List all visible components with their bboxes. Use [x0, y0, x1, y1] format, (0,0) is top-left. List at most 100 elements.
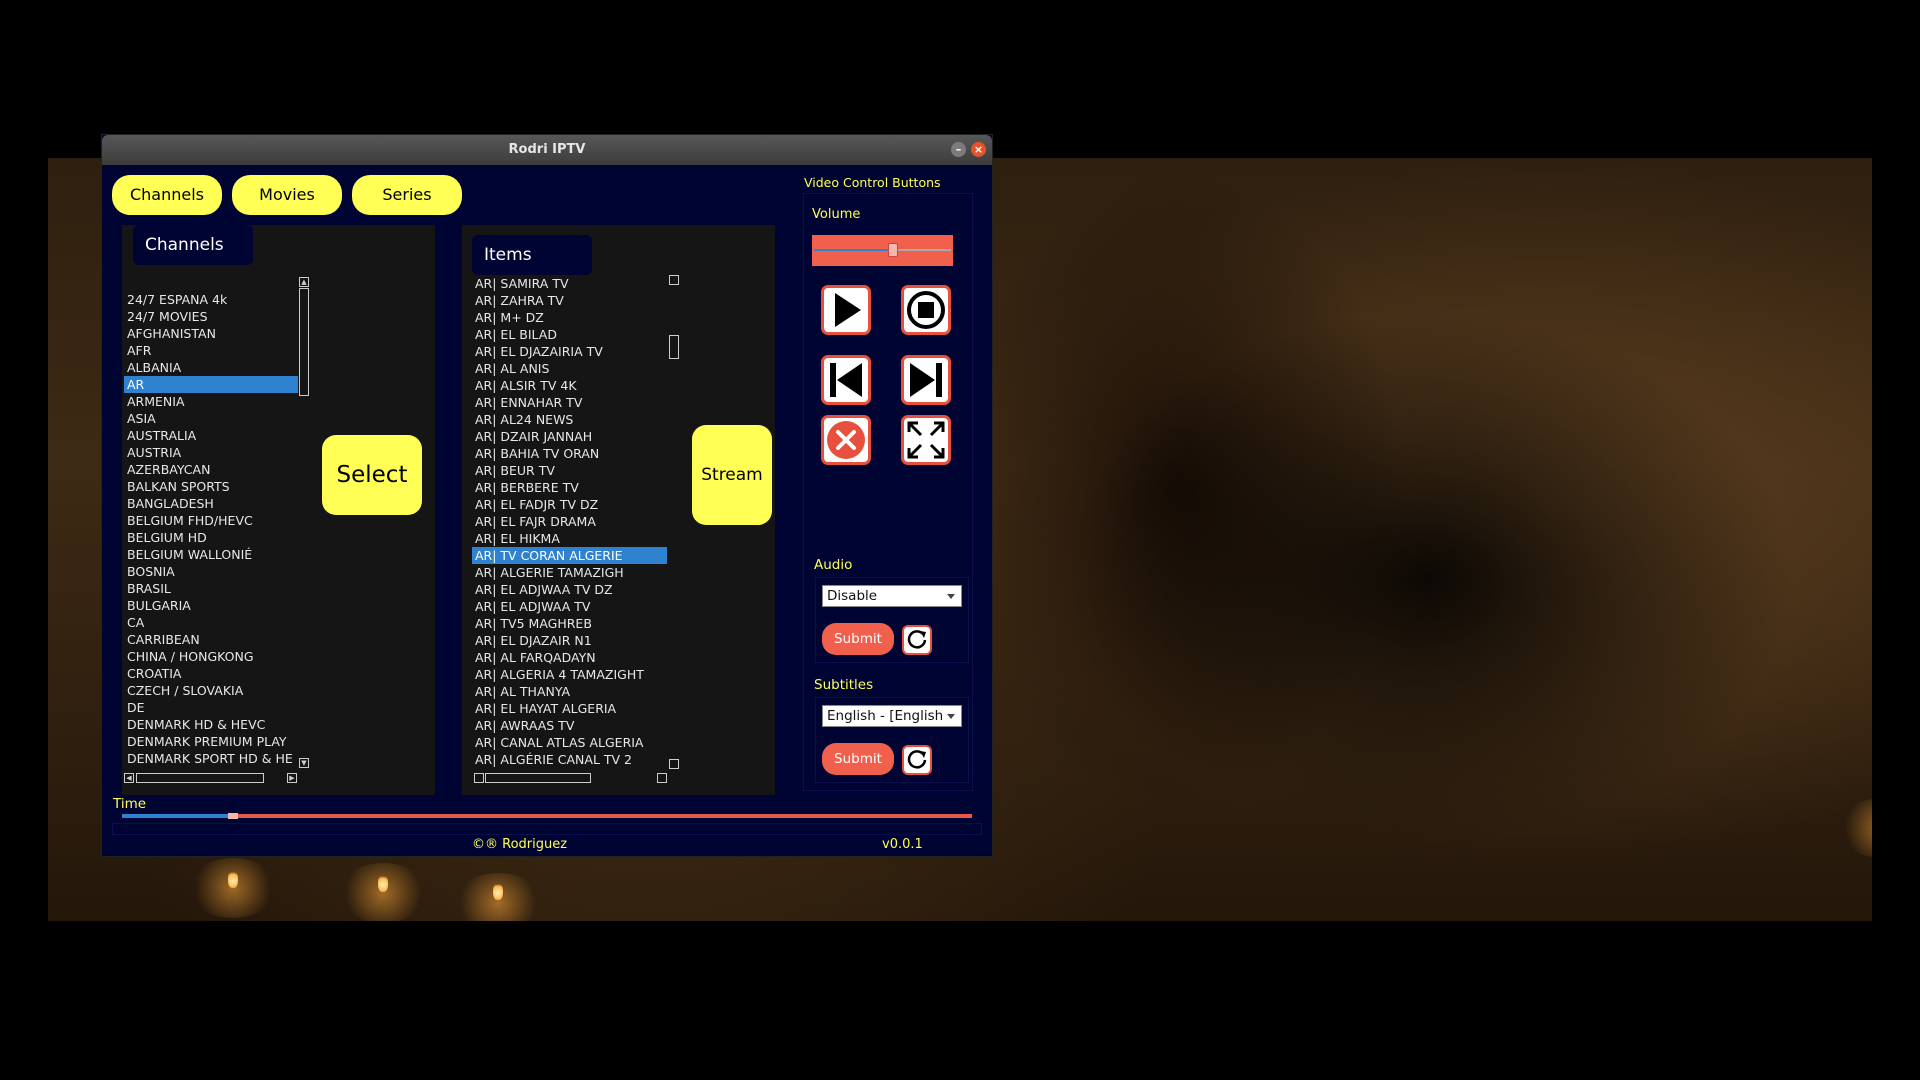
close-button[interactable]: [821, 415, 871, 465]
tab-movies[interactable]: Movies: [232, 175, 342, 215]
list-item[interactable]: DE: [124, 699, 298, 716]
list-item[interactable]: CA: [124, 614, 298, 631]
list-item[interactable]: BELGIUM HD: [124, 529, 298, 546]
subtitles-submit-button[interactable]: Submit: [822, 743, 894, 775]
audio-dropdown[interactable]: Disable: [822, 585, 962, 607]
list-item[interactable]: AFGHANISTAN: [124, 325, 298, 342]
list-item[interactable]: BRASIL: [124, 580, 298, 597]
list-item[interactable]: AR| EL HIKMA: [472, 530, 667, 547]
list-item[interactable]: ARMENIA: [124, 393, 298, 410]
channels-hscroll-thumb[interactable]: [136, 773, 264, 783]
list-item[interactable]: CZECH / SLOVAKIA: [124, 682, 298, 699]
list-item[interactable]: CROATIA: [124, 665, 298, 682]
subtitles-refresh-button[interactable]: [902, 745, 932, 775]
list-item[interactable]: CARRIBEAN: [124, 631, 298, 648]
list-item[interactable]: AUSTRALIA: [124, 427, 298, 444]
items-hscroll-thumb[interactable]: [485, 773, 591, 783]
list-item[interactable]: AR| AWRAAS TV: [472, 717, 667, 734]
list-item[interactable]: AUSTRIA: [124, 444, 298, 461]
list-item[interactable]: DENMARK SPORT HD & HE: [124, 750, 298, 767]
list-item[interactable]: BALKAN SPORTS: [124, 478, 298, 495]
list-item[interactable]: AR| ENNAHAR TV: [472, 394, 667, 411]
stream-button[interactable]: Stream: [692, 425, 772, 525]
list-item[interactable]: AR| EL FADJR TV DZ: [472, 496, 667, 513]
next-button[interactable]: [901, 355, 951, 405]
list-item[interactable]: BULGARIA: [124, 597, 298, 614]
subtitles-dropdown[interactable]: English - [English: [822, 705, 962, 727]
list-item[interactable]: BOSNIA: [124, 563, 298, 580]
list-item[interactable]: BELGIUM FHD/HEVC: [124, 512, 298, 529]
volume-slider[interactable]: [812, 235, 953, 266]
scroll-down-icon[interactable]: ▼: [299, 758, 309, 768]
volume-handle[interactable]: [888, 243, 898, 257]
channels-list[interactable]: 24/7 ESPANA 4k 24/7 MOVIES AFGHANISTAN AFR A…: [124, 291, 298, 769]
list-item[interactable]: AR| AL THANYA: [472, 683, 667, 700]
close-window-icon[interactable]: ×: [971, 142, 986, 157]
list-item[interactable]: AZERBAYCAN: [124, 461, 298, 478]
stop-button[interactable]: [901, 285, 951, 335]
items-scroll-up-icon[interactable]: [669, 275, 679, 285]
time-handle[interactable]: [228, 813, 238, 819]
list-item[interactable]: BANGLADESH: [124, 495, 298, 512]
list-item[interactable]: AR| M+ DZ: [472, 309, 667, 326]
list-item[interactable]: AR| ALSIR TV 4K: [472, 377, 667, 394]
list-item[interactable]: AR| EL ADJWAA TV DZ: [472, 581, 667, 598]
items-list[interactable]: AR| SAMIRA TV AR| ZAHRA TV AR| M+ DZ AR| EL…: [472, 275, 667, 769]
select-button[interactable]: Select: [322, 435, 422, 515]
list-item[interactable]: AR| ALGÉRIE CANAL TV 2: [472, 751, 667, 768]
items-scroll-left-icon[interactable]: [474, 773, 484, 783]
list-item[interactable]: AR| DZAIR JANNAH: [472, 428, 667, 445]
list-item[interactable]: AR| ALGERIE TAMAZIGH: [472, 564, 667, 581]
play-button[interactable]: [821, 285, 871, 335]
list-item[interactable]: AR| AL24 NEWS: [472, 411, 667, 428]
list-item[interactable]: AR| EL DJAZAIRIA TV: [472, 343, 667, 360]
list-item[interactable]: AFR: [124, 342, 298, 359]
list-item[interactable]: AR| BAHIA TV ORAN: [472, 445, 667, 462]
list-item[interactable]: AR| TV5 MAGHREB: [472, 615, 667, 632]
list-item[interactable]: ALBANIA: [124, 359, 298, 376]
minimize-icon[interactable]: –: [951, 142, 966, 157]
items-panel: Items AR| SAMIRA TV AR| ZAHRA TV AR| M+ DZ…: [462, 225, 775, 795]
audio-submit-button[interactable]: Submit: [822, 623, 894, 655]
title-bar[interactable]: Rodri IPTV – ×: [102, 135, 992, 165]
channels-vscroll-thumb[interactable]: [299, 288, 309, 396]
list-item[interactable]: AR| BERBERE TV: [472, 479, 667, 496]
list-item[interactable]: DENMARK HD & HEVC: [124, 716, 298, 733]
scroll-right-icon[interactable]: ▶: [287, 773, 297, 783]
tab-channels[interactable]: Channels: [112, 175, 222, 215]
scroll-up-icon[interactable]: ▲: [299, 277, 309, 287]
list-item[interactable]: 24/7 ESPANA 4k: [124, 291, 298, 308]
list-item[interactable]: AR| EL HAYAT ALGERIA: [472, 700, 667, 717]
list-item[interactable]: AR| EL ADJWAA TV: [472, 598, 667, 615]
list-item[interactable]: AR| EL FAJR DRAMA: [472, 513, 667, 530]
list-item[interactable]: 24/7 MOVIES: [124, 308, 298, 325]
list-item[interactable]: AR| ZAHRA TV: [472, 292, 667, 309]
tab-series[interactable]: Series: [352, 175, 462, 215]
scroll-left-icon[interactable]: ◀: [124, 773, 134, 783]
time-slider[interactable]: [122, 813, 972, 819]
list-item[interactable]: AR| TV CORAN ALGERIE: [472, 547, 667, 564]
list-item[interactable]: ASIA: [124, 410, 298, 427]
video-controls-heading: Video Control Buttons: [804, 175, 941, 190]
next-icon: [910, 363, 942, 397]
list-item[interactable]: AR| EL BILAD: [472, 326, 667, 343]
list-item[interactable]: BELGIUM WALLONIÉ: [124, 546, 298, 563]
list-item[interactable]: AR| EL DJAZAIR N1: [472, 632, 667, 649]
list-item[interactable]: CHINA / HONGKONG: [124, 648, 298, 665]
list-item[interactable]: AR| ALGERIA 4 TAMAZIGHT: [472, 666, 667, 683]
list-item[interactable]: AR| CANAL ATLAS ALGERIA: [472, 734, 667, 751]
items-scroll-right-icon[interactable]: [657, 773, 667, 783]
app-window: Rodri IPTV – × Channels Movies Series Ch…: [102, 135, 992, 856]
list-item[interactable]: AR| AL ANIS: [472, 360, 667, 377]
previous-button[interactable]: [821, 355, 871, 405]
list-item[interactable]: AR| SAMIRA TV: [472, 275, 667, 292]
list-item[interactable]: AR| AL FARQADAYN: [472, 649, 667, 666]
list-item[interactable]: AR: [124, 376, 298, 393]
list-item[interactable]: AR| BEUR TV: [472, 462, 667, 479]
list-item[interactable]: DENMARK PREMIUM PLAY: [124, 733, 298, 750]
items-vscroll-thumb[interactable]: [669, 335, 679, 359]
time-label: Time: [113, 796, 147, 812]
fullscreen-button[interactable]: [901, 415, 951, 465]
items-scroll-down-icon[interactable]: [669, 759, 679, 769]
audio-refresh-button[interactable]: [902, 625, 932, 655]
